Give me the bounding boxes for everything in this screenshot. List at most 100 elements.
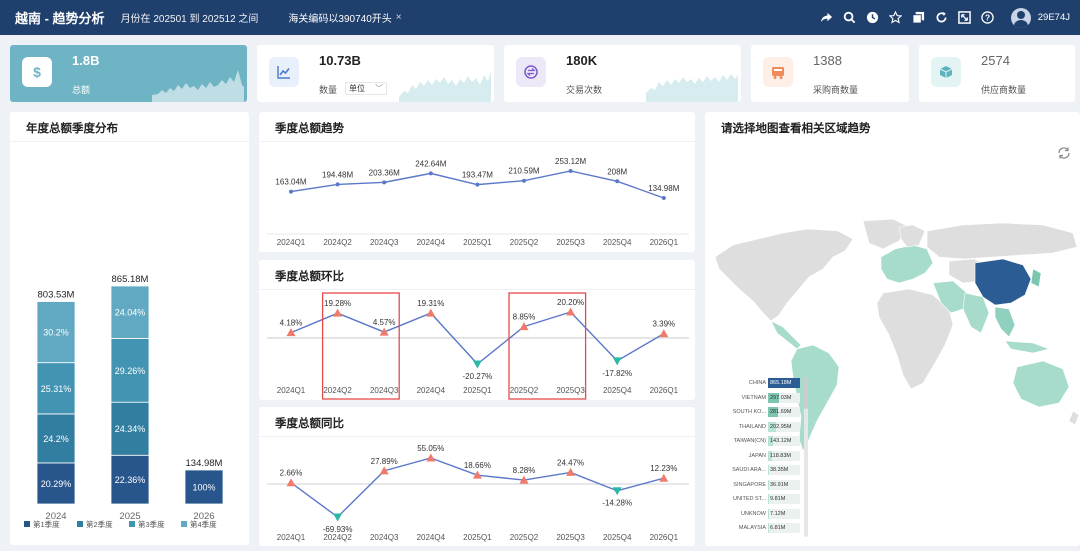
country-row[interactable]: UNKNOW 7.12M (713, 508, 809, 523)
x-tick-label: 2025Q4 (603, 386, 632, 395)
data-label: 24.47% (557, 458, 584, 467)
segment-label: 22.36% (115, 475, 146, 485)
avatar[interactable] (1010, 7, 1031, 28)
star-icon[interactable] (884, 0, 907, 35)
yoy-panel: 季度总额同比 2.66% 2024Q1 -69.93% 2024Q2 27.89% 202… (259, 407, 695, 546)
segment-label: 20.29% (41, 479, 72, 489)
data-label: 4.18% (280, 319, 303, 328)
country-row[interactable]: THAILAND 202.95M (713, 421, 809, 436)
kpi-card-quantity[interactable]: 10.73B 数量 单位 ﹀ (257, 45, 494, 102)
up-marker (659, 329, 669, 338)
data-point (289, 189, 293, 194)
data-label: 2.66% (280, 469, 303, 478)
x-tick-label: 2025Q3 (556, 533, 585, 542)
country-name: TAIWAN(CN) (733, 438, 766, 444)
x-tick-label: 2024Q2 (323, 386, 352, 395)
kpi-card-suppliers[interactable]: 2574 供应商数量 (919, 45, 1075, 102)
svg-text:?: ? (985, 13, 990, 23)
kpi-card-buyers[interactable]: 1388 采购商数量 (751, 45, 909, 102)
close-icon[interactable]: × (396, 12, 402, 23)
refresh-icon[interactable] (930, 0, 953, 35)
up-marker (426, 453, 436, 462)
country-row[interactable]: UNITED ST... 9.81M (713, 493, 809, 508)
x-tick-label: 2024Q4 (417, 533, 446, 542)
x-tick-label: 2024Q2 (323, 238, 352, 247)
share-icon[interactable] (815, 0, 838, 35)
country-row[interactable]: CHINA 865.18M (713, 377, 809, 392)
data-label: 27.89% (371, 457, 398, 466)
country-value: 297.03M (770, 394, 792, 401)
x-tick-label: 2024Q4 (417, 238, 446, 247)
quarterly-trend-panel: 季度总额趋势 163.04M 2024Q1 194.48M 2024Q2 203.36M… (259, 112, 695, 252)
map-region-new-zealand (1068, 410, 1080, 426)
country-row[interactable]: SINGAPORE 36.91M (713, 479, 809, 494)
country-name: MALAYSIA (738, 525, 766, 531)
search-icon[interactable] (838, 0, 861, 35)
clock-icon[interactable] (861, 0, 884, 35)
data-label: -20.27% (463, 372, 493, 381)
data-point (615, 179, 620, 184)
map-panel: 请选择地图查看相关区域趋势 CHINA 865.18M VIETNAM 297.03M… (705, 112, 1080, 546)
data-label: 4.57% (373, 318, 396, 327)
country-value: 143.12M (770, 438, 792, 444)
copy-icon[interactable] (907, 0, 930, 35)
filter-hs-code[interactable]: 海关编码以390740开头 × (288, 10, 401, 25)
x-tick-label: 2025Q3 (556, 238, 585, 247)
country-row[interactable]: SAUDI ARA... 38.35M (713, 464, 809, 479)
dollar-icon: $ (22, 57, 52, 87)
legend-label: 第4季度 (190, 519, 217, 529)
segment-label: 24.34% (115, 424, 146, 434)
data-label: 203.36M (369, 168, 400, 177)
x-tick-label: 2025Q2 (510, 238, 539, 247)
annual-stacked-bar-chart: 20.29%24.2%25.31%30.2%803.53M202422.36%2… (24, 274, 224, 529)
data-label: 208M (607, 167, 627, 176)
data-label: 8.85% (513, 313, 536, 322)
country-name: JAPAN (748, 452, 766, 459)
refresh-icon[interactable] (1057, 146, 1071, 165)
qoq-panel: 季度总额环比 4.18% 2024Q1 19.28% 2024Q2 4.57% 2024Q… (259, 260, 695, 400)
map-region-japan-korea (1030, 268, 1042, 288)
segment-label: 29.26% (115, 366, 146, 376)
fullscreen-icon[interactable] (953, 0, 976, 35)
country-value: 38.35M (770, 467, 789, 473)
user-name[interactable]: 29E74J (1038, 12, 1070, 23)
unit-select-value: 单位 (349, 84, 365, 93)
sparkline (399, 71, 491, 102)
help-icon[interactable]: ? (976, 0, 999, 35)
filter-month[interactable]: 月份在 202501 到 202512 之间 (121, 10, 259, 25)
x-tick-label: 2024Q3 (370, 238, 399, 247)
x-tick-label: 2024Q3 (370, 533, 399, 542)
country-row[interactable]: VIETNAM 297.03M (713, 392, 809, 407)
kpi-value: 2574 (981, 53, 1010, 68)
kpi-value: 1.8B (72, 53, 100, 68)
country-value: 202.95M (770, 423, 792, 430)
annual-distribution-panel: 年度总额季度分布 20.29% 24.2% 25.31% 30.2% 803.53M 20… (10, 112, 249, 545)
up-marker (566, 467, 576, 476)
segment-label: 30.2% (43, 328, 69, 338)
page-title: 越南 - 趋势分析 (15, 11, 105, 26)
kpi-card-transactions[interactable]: 180K 交易次数 (504, 45, 741, 102)
unit-select[interactable]: 单位 ﹀ (345, 82, 387, 95)
x-tick-label: 2026Q1 (650, 238, 679, 247)
legend-swatch (77, 521, 83, 527)
panel-title: 请选择地图查看相关区域趋势 (721, 123, 871, 135)
country-ranking-list[interactable]: CHINA 865.18M VIETNAM 297.03M SOUTH KO... 281… (713, 377, 809, 537)
kpi-card-total[interactable]: $ 1.8B 总额 (10, 45, 247, 102)
legend-label: 第2季度 (86, 519, 113, 529)
data-label: 18.66% (464, 461, 491, 470)
data-label: 194.48M (322, 170, 353, 179)
country-row[interactable]: TAIWAN(CN) 143.12M (713, 435, 809, 450)
country-row[interactable]: MALAYSIA 6.81M (713, 522, 809, 537)
up-marker (426, 308, 436, 317)
map-region-north-america (714, 228, 854, 322)
data-label: 20.20% (557, 298, 584, 307)
x-tick-label: 2025Q1 (463, 238, 492, 247)
x-tick-label: 2025Q1 (463, 386, 492, 395)
data-point (335, 182, 340, 187)
x-tick-label: 2024Q1 (277, 533, 306, 542)
x-tick-label: 2026Q1 (650, 386, 679, 395)
kpi-label: 交易次数 (566, 85, 603, 95)
data-label: 19.31% (417, 299, 444, 308)
country-row[interactable]: JAPAN 118.83M (713, 450, 809, 465)
country-row[interactable]: SOUTH KO... 281.69M (713, 406, 809, 421)
